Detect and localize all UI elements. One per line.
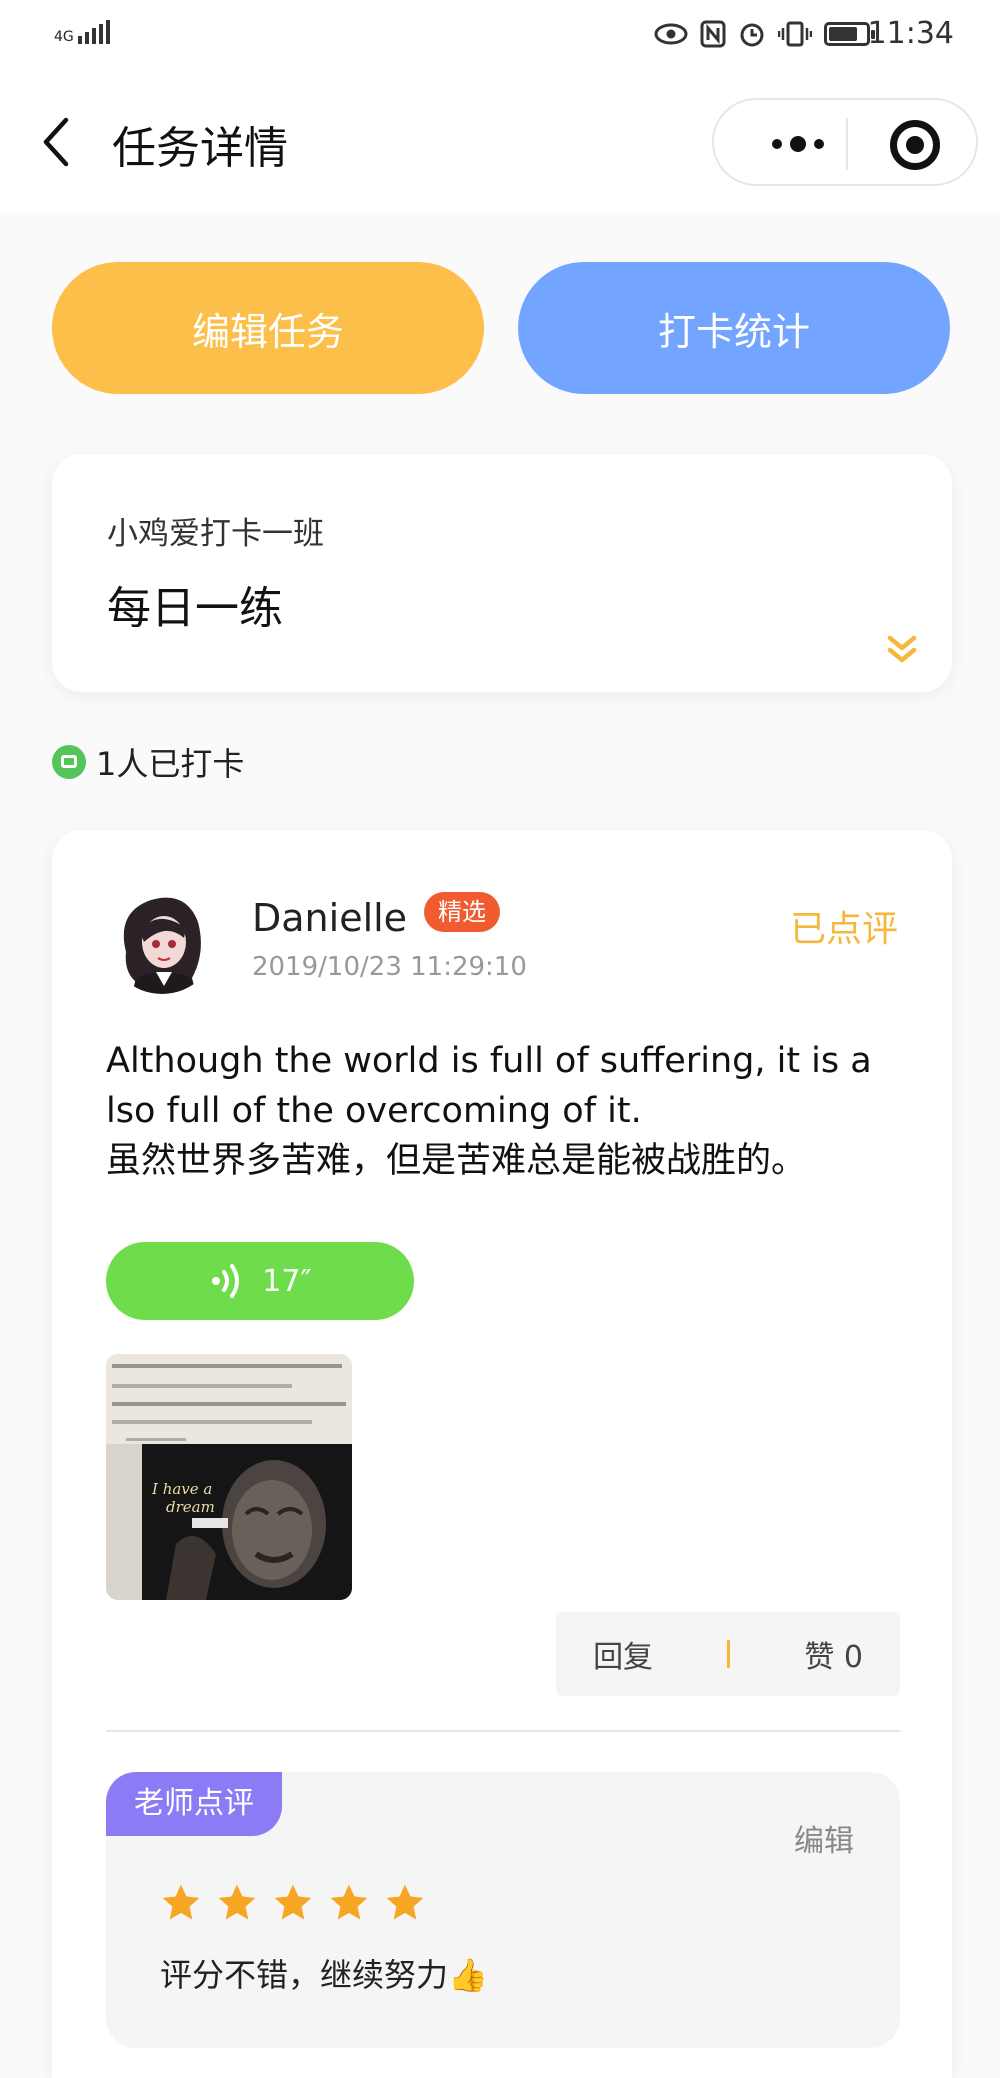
checkin-post: Danielle 精选 2019/10/23 11:29:10 已点评 Alth… <box>52 830 952 2078</box>
post-content: Although the world is full of suffering,… <box>106 1041 872 1181</box>
nfc-icon <box>700 20 726 48</box>
signal-bars-icon <box>78 20 111 44</box>
photo-caption: I have a <box>151 1480 212 1498</box>
action-divider <box>727 1640 731 1668</box>
checkin-stats-button[interactable]: 打卡统计 <box>518 262 950 394</box>
page-title: 任务详情 <box>112 123 288 174</box>
more-dot-icon <box>772 139 782 149</box>
star-icon <box>274 1884 312 1920</box>
checkin-count-text: 1人已打卡 <box>96 745 245 783</box>
star-rating <box>160 1882 426 1924</box>
edit-task-button[interactable]: 编辑任务 <box>52 262 484 394</box>
chevron-left-icon <box>43 117 69 167</box>
post-actions: 回复 赞 0 <box>556 1612 900 1696</box>
audio-duration: 17″ <box>262 1263 312 1299</box>
status-icons <box>654 20 875 48</box>
avatar[interactable] <box>106 882 218 994</box>
like-button[interactable]: 赞 0 <box>804 1632 863 1676</box>
task-name: 每日一练 <box>107 583 283 634</box>
sound-wave-icon <box>212 1264 240 1298</box>
capsule-divider <box>846 118 848 170</box>
double-chevron-down-icon <box>887 635 917 663</box>
star-icon <box>162 1884 200 1920</box>
star-icon <box>218 1884 256 1920</box>
vibrate-icon <box>778 21 812 47</box>
audio-play-button[interactable]: 17″ <box>106 1242 414 1320</box>
close-miniprogram-button[interactable] <box>890 120 940 170</box>
calendar-check-icon <box>52 745 86 779</box>
status-bar: 4G 11:34 <box>0 0 1000 72</box>
navigation-bar: 任务详情 <box>0 72 1000 212</box>
task-card: 小鸡爱打卡一班 每日一练 <box>52 454 952 692</box>
post-image-thumbnail[interactable]: I have a dream <box>106 1354 352 1600</box>
divider <box>106 1730 900 1732</box>
eye-icon <box>654 23 688 45</box>
photo-caption-2: dream <box>166 1498 215 1516</box>
avatar-image <box>106 882 218 994</box>
checkin-count: 1人已打卡 <box>52 742 245 783</box>
photo-image: I have a dream <box>106 1354 352 1600</box>
more-dot-icon <box>790 136 806 152</box>
user-name[interactable]: Danielle <box>252 896 407 940</box>
task-actions: 编辑任务 打卡统计 <box>52 262 952 394</box>
back-button[interactable] <box>36 112 76 172</box>
edit-review-button[interactable]: 编辑 <box>794 1816 854 1860</box>
teacher-review-tag: 老师点评 <box>106 1772 282 1836</box>
expand-button[interactable] <box>886 632 918 668</box>
review-status: 已点评 <box>789 909 898 950</box>
network-type: 4G <box>54 29 74 45</box>
star-icon <box>330 1884 368 1920</box>
signal-indicator: 4G <box>54 20 112 44</box>
class-name: 小鸡爱打卡一班 <box>107 516 324 552</box>
alarm-icon <box>740 23 764 47</box>
clock: 11:34 <box>867 16 954 51</box>
more-button[interactable] <box>748 124 848 164</box>
more-dot-icon <box>814 139 824 149</box>
miniprogram-capsule <box>712 98 978 186</box>
battery-icon <box>824 22 875 46</box>
reply-button[interactable]: 回复 <box>593 1632 653 1676</box>
review-comment: 评分不错，继续努力👍 <box>160 1956 488 1994</box>
teacher-review: 老师点评 编辑 评分不错，继续努力👍 <box>106 1772 900 2048</box>
post-timestamp: 2019/10/23 11:29:10 <box>252 952 527 982</box>
featured-badge: 精选 <box>424 892 500 932</box>
star-icon <box>386 1884 424 1920</box>
